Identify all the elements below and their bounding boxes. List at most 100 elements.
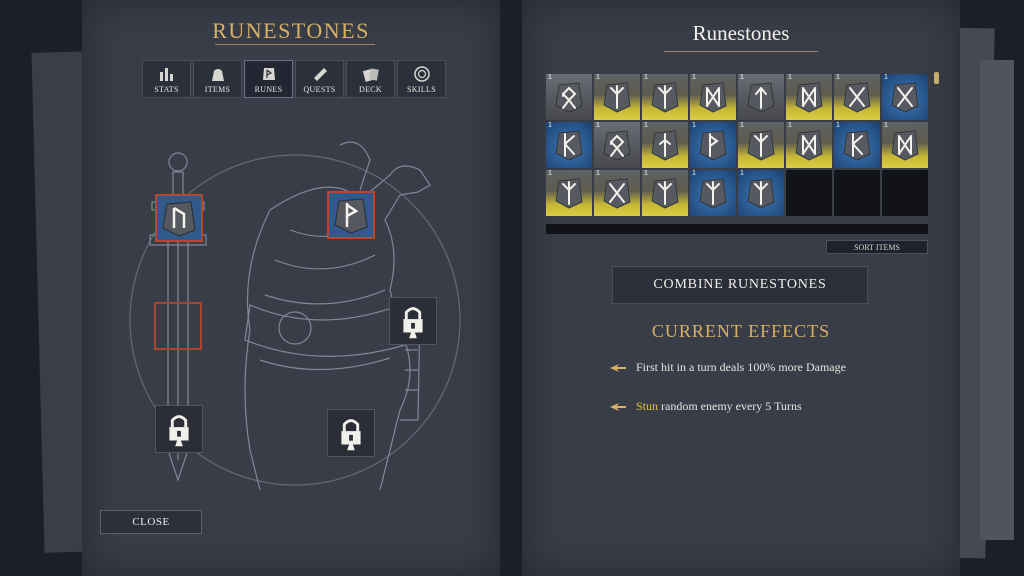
item-quantity: 1 (596, 74, 600, 81)
kaunan-rune-icon (843, 130, 871, 161)
item-quantity: 1 (740, 74, 744, 81)
item-quantity: 1 (548, 74, 552, 81)
runestone-slot[interactable]: 1 (546, 74, 592, 120)
item-quantity: 1 (788, 122, 792, 129)
algiz-rune-icon (603, 82, 631, 113)
sort-items-button[interactable]: SORT ITEMS (826, 240, 928, 254)
scroll-icon (313, 68, 327, 81)
tab-deck[interactable]: DECK (346, 60, 395, 98)
runestone-slot[interactable]: 1 (882, 74, 928, 120)
gebo-rune-icon (843, 82, 871, 113)
tab-label: SKILLS (407, 85, 436, 94)
tab-bar: STATS ITEMS RUNES QUESTS DECK SKILLS (142, 60, 446, 98)
runestone-slot[interactable]: 1 (690, 74, 736, 120)
algiz-rune-icon (747, 130, 775, 161)
effect-item: Stun random enemy every 5 Turns (610, 399, 802, 414)
dagaz-rune-icon (795, 130, 823, 161)
item-quantity: 1 (740, 170, 744, 177)
rune-stone-icon (262, 68, 275, 80)
runestone-slot[interactable]: 1 (834, 122, 880, 168)
runestone-slot[interactable]: 1 (786, 74, 832, 120)
item-quantity: 1 (884, 122, 888, 129)
algiz-rune-icon (651, 82, 679, 113)
empty-inventory-slot[interactable] (882, 170, 928, 216)
item-quantity: 1 (644, 170, 648, 177)
stun-keyword: Stun (636, 399, 659, 413)
arrow-bullet-icon (610, 402, 626, 411)
algiz-rune-icon (699, 178, 727, 209)
title-underline (215, 44, 375, 45)
item-quantity: 1 (596, 170, 600, 177)
runestone-slot[interactable]: 1 (738, 170, 784, 216)
runestone-slot[interactable]: 1 (834, 74, 880, 120)
panel-title: RUNESTONES (212, 18, 370, 43)
algiz-rune-icon (747, 178, 775, 209)
dagaz-rune-icon (891, 130, 919, 161)
gebo-rune-icon (891, 82, 919, 113)
rune-stone-icon (162, 201, 196, 237)
runestone-slot[interactable]: 1 (546, 122, 592, 168)
effect-text: First hit in a turn deals 100% more Dama… (636, 360, 846, 374)
arrow-bullet-icon (610, 363, 626, 372)
tiwaz-rune-icon (747, 82, 775, 113)
locked-slot (155, 405, 203, 453)
runestone-slot[interactable]: 1 (594, 170, 640, 216)
empty-inventory-slot[interactable] (834, 170, 880, 216)
item-quantity: 1 (644, 122, 648, 129)
combine-runestones-button[interactable]: COMBINE RUNESTONES (612, 266, 868, 304)
runestone-slot[interactable]: 1 (642, 122, 688, 168)
tab-label: DECK (359, 85, 382, 94)
grid-overflow-row (546, 224, 928, 234)
stats-icon (159, 68, 173, 81)
tab-label: QUESTS (303, 85, 336, 94)
runestone-slot[interactable]: 1 (594, 122, 640, 168)
item-quantity: 1 (692, 74, 696, 81)
item-quantity: 1 (836, 122, 840, 129)
item-quantity: 1 (596, 122, 600, 129)
dagaz-rune-icon (795, 82, 823, 113)
padlock-icon (341, 419, 361, 451)
runestone-slot[interactable]: 1 (690, 122, 736, 168)
tab-label: STATS (154, 85, 179, 94)
gebo-rune-icon (603, 178, 631, 209)
locked-slot (327, 409, 375, 457)
item-quantity: 1 (788, 74, 792, 81)
runestone-slot[interactable]: 1 (642, 170, 688, 216)
effect-text: random enemy every 5 Turns (658, 399, 802, 413)
runestone-slot[interactable]: 1 (786, 122, 832, 168)
tab-label: ITEMS (204, 85, 231, 94)
tab-quests[interactable]: QUESTS (295, 60, 344, 98)
tab-items[interactable]: ITEMS (193, 60, 242, 98)
runestone-slot[interactable]: 1 (690, 170, 736, 216)
runestone-slot[interactable]: 1 (738, 122, 784, 168)
tab-label: RUNES (254, 85, 283, 94)
item-quantity: 1 (548, 170, 552, 177)
item-quantity: 1 (548, 122, 552, 129)
item-quantity: 1 (692, 170, 696, 177)
tab-stats[interactable]: STATS (142, 60, 191, 98)
item-quantity: 1 (884, 74, 888, 81)
rune-stone-icon (334, 198, 368, 234)
runestone-slot[interactable]: 1 (546, 170, 592, 216)
empty-rune-slot[interactable] (154, 302, 202, 350)
padlock-icon (403, 307, 423, 339)
weapon-rune-slot[interactable] (155, 194, 203, 242)
algiz-rune-icon (651, 178, 679, 209)
empty-inventory-slot[interactable] (786, 170, 832, 216)
tab-runes[interactable]: RUNES (244, 60, 293, 98)
armor-rune-slot[interactable] (327, 191, 375, 239)
kaunan-rune-icon (555, 130, 583, 161)
items-bag-icon (211, 69, 224, 81)
padlock-icon (169, 415, 189, 447)
runestone-slot[interactable]: 1 (738, 74, 784, 120)
othala-rune-icon (555, 82, 583, 113)
runestone-slot[interactable]: 1 (882, 122, 928, 168)
tab-skills[interactable]: SKILLS (397, 60, 446, 98)
inventory-title: Runestones (692, 21, 790, 45)
runestone-slot[interactable]: 1 (642, 74, 688, 120)
runestone-slot[interactable]: 1 (594, 74, 640, 120)
scrollbar[interactable] (934, 72, 939, 84)
runestone-grid: 1 1 1 1 1 1 1 1 1 1 1 1 1 1 1 1 1 1 1 1 1 (546, 74, 930, 216)
item-quantity: 1 (692, 122, 696, 129)
close-button[interactable]: CLOSE (100, 510, 202, 534)
